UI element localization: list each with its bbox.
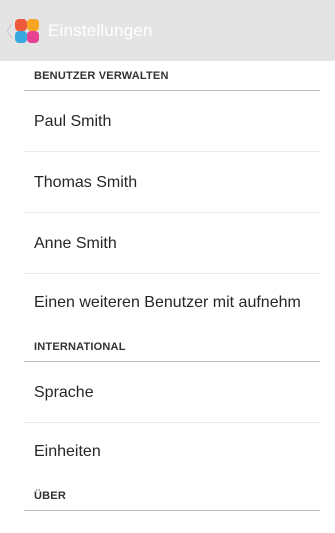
user-item-label: Thomas Smith bbox=[34, 173, 138, 191]
language-item[interactable]: Sprache bbox=[0, 362, 335, 423]
action-bar-title: Einstellungen bbox=[48, 20, 153, 40]
section-header-benutzer-verwalten: BENUTZER VERWALTEN bbox=[0, 61, 335, 91]
app-icon[interactable] bbox=[15, 18, 39, 43]
user-item-anne-smith[interactable]: Anne Smith bbox=[0, 213, 335, 274]
user-item-thomas-smith[interactable]: Thomas Smith bbox=[0, 152, 335, 213]
settings-screen: Einstellungen BENUTZER VERWALTEN Paul Sm… bbox=[0, 0, 335, 533]
units-item[interactable]: Einheiten bbox=[0, 423, 335, 481]
section-header-ueber: ÜBER bbox=[0, 481, 335, 511]
user-item-label: Paul Smith bbox=[34, 112, 112, 130]
user-item-label: Anne Smith bbox=[34, 234, 117, 252]
app-icon-petal bbox=[27, 30, 39, 43]
add-user-item[interactable]: Einen weiteren Benutzer mit aufnehm bbox=[0, 274, 335, 332]
section-header-international: INTERNATIONAL bbox=[0, 332, 335, 362]
action-bar: Einstellungen bbox=[0, 0, 335, 61]
section-header-label: INTERNATIONAL bbox=[34, 341, 126, 353]
app-icon-petal bbox=[15, 18, 27, 31]
section-header-label: ÜBER bbox=[34, 490, 66, 502]
app-icon-petal bbox=[15, 30, 27, 43]
user-item-paul-smith[interactable]: Paul Smith bbox=[0, 91, 335, 152]
back-caret-icon[interactable] bbox=[5, 22, 13, 40]
units-label: Einheiten bbox=[34, 443, 101, 460]
add-user-label: Einen weiteren Benutzer mit aufnehm bbox=[34, 294, 301, 311]
section-divider bbox=[24, 510, 320, 511]
section-header-label: BENUTZER VERWALTEN bbox=[34, 70, 169, 82]
settings-list: BENUTZER VERWALTEN Paul Smith Thomas Smi… bbox=[0, 61, 335, 511]
language-label: Sprache bbox=[34, 383, 94, 401]
app-icon-petal bbox=[27, 18, 39, 31]
